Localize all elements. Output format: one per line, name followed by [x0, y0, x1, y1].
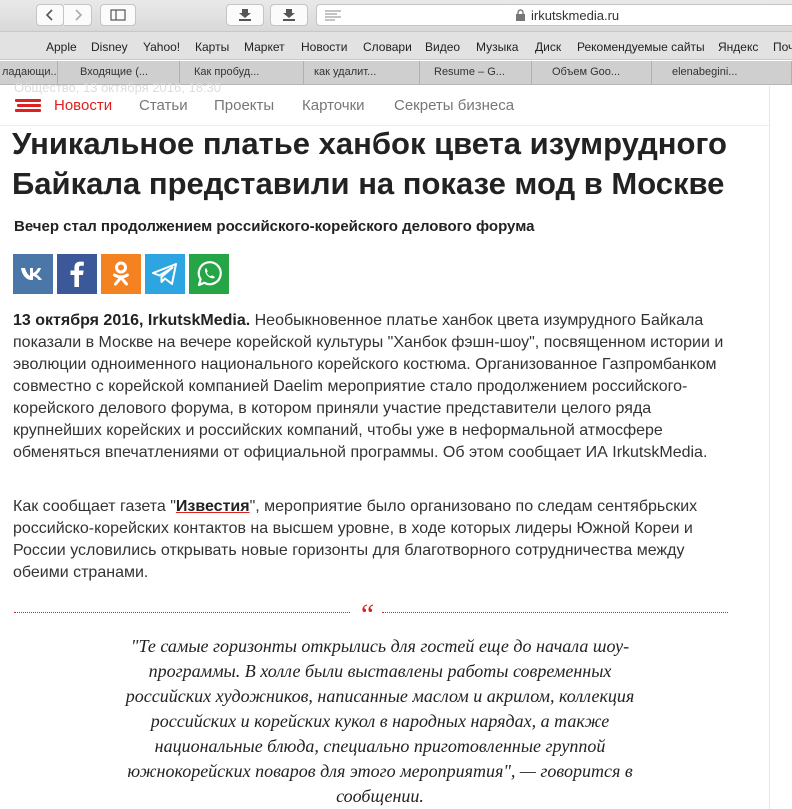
bookmark-disk[interactable]: Диск [535, 40, 561, 54]
article-quote: "Те самые горизонты открылись для гостей… [125, 636, 635, 806]
bookmarks-bar: Apple Disney Yahoo! Карты Маркет Новости… [0, 32, 792, 60]
download-button-1[interactable] [226, 4, 264, 26]
browser-toolbar: irkutskmedia.ru [0, 0, 792, 32]
chevron-right-icon [74, 9, 82, 21]
article-paragraph-1: 13 октября 2016, IrkutskMedia. Необыкнов… [13, 310, 733, 464]
article-paragraph-2: Как сообщает газета "Известия", мероприя… [13, 496, 733, 584]
izvestia-link[interactable]: Известия [176, 498, 250, 515]
paragraph-2-start: Как сообщает газета " [13, 498, 176, 515]
download-button-2[interactable] [270, 4, 308, 26]
bookmark-disney[interactable]: Disney [91, 40, 128, 54]
bookmark-apple[interactable]: Apple [46, 40, 77, 54]
whatsapp-icon [197, 261, 222, 287]
url-text: irkutskmedia.ru [531, 8, 620, 23]
address-bar[interactable]: irkutskmedia.ru [316, 4, 792, 26]
download-icon [283, 9, 295, 21]
download-icon [239, 9, 251, 21]
share-vk-button[interactable] [13, 254, 53, 294]
bookmark-dictionaries[interactable]: Словари [363, 40, 412, 54]
share-whatsapp-button[interactable] [189, 254, 229, 294]
bookmark-video[interactable]: Видео [425, 40, 460, 54]
paragraph-1-text: Необыкновенное платье ханбок цвета изумр… [13, 312, 724, 461]
bookmark-yahoo[interactable]: Yahoo! [143, 40, 180, 54]
share-odnoklassniki-button[interactable] [101, 254, 141, 294]
article-subtitle: Вечер стал продолжением российского-коре… [14, 218, 535, 235]
bookmark-mail[interactable]: Поч [773, 40, 792, 54]
vk-icon [21, 268, 42, 280]
sidebar-button[interactable] [100, 4, 136, 26]
nav-articles[interactable]: Статьи [139, 97, 188, 114]
bookmark-market[interactable]: Маркет [244, 40, 285, 54]
nav-news[interactable]: Новости [54, 97, 112, 114]
tab-5[interactable]: Resume – G... [420, 61, 532, 84]
tab-7[interactable]: elenabegini... [652, 61, 792, 84]
telegram-icon [152, 263, 177, 285]
bookmark-yandex[interactable]: Яндекс [718, 40, 758, 54]
menu-icon[interactable] [15, 99, 41, 113]
nav-projects[interactable]: Проекты [214, 97, 274, 114]
site-header: Общество, 13 октября 2016, 18:30 Новости… [0, 80, 770, 126]
tab-6[interactable]: Объем Goo... [532, 61, 652, 84]
dateline: 13 октября 2016, IrkutskMedia. [13, 312, 251, 329]
share-facebook-button[interactable] [57, 254, 97, 294]
nav-business-secrets[interactable]: Секреты бизнеса [394, 97, 514, 114]
chevron-left-icon [45, 9, 53, 21]
lock-icon [516, 9, 525, 21]
article-title: Уникальное платье ханбок цвета изумрудно… [12, 126, 727, 201]
bookmark-music[interactable]: Музыка [476, 40, 518, 54]
quote-mark-icon: “ [358, 598, 375, 631]
bookmark-recommended[interactable]: Рекомендуемые сайты [577, 40, 705, 54]
bookmark-maps[interactable]: Карты [195, 40, 229, 54]
reader-icon[interactable] [325, 10, 341, 22]
forward-button[interactable] [64, 4, 92, 26]
hidden-meta-text: Общество, 13 октября 2016, 18:30 [14, 80, 221, 95]
odnoklassniki-icon [113, 261, 129, 286]
quote-divider-left [14, 612, 350, 613]
share-telegram-button[interactable] [145, 254, 185, 294]
bookmark-news[interactable]: Новости [301, 40, 347, 54]
nav-cards[interactable]: Карточки [302, 97, 365, 114]
quote-divider-right [382, 612, 728, 613]
sidebar-icon [110, 9, 126, 21]
tab-4[interactable]: как удалит... [304, 61, 420, 84]
back-button[interactable] [36, 4, 64, 26]
facebook-icon [70, 261, 84, 287]
page-edge [769, 86, 770, 809]
